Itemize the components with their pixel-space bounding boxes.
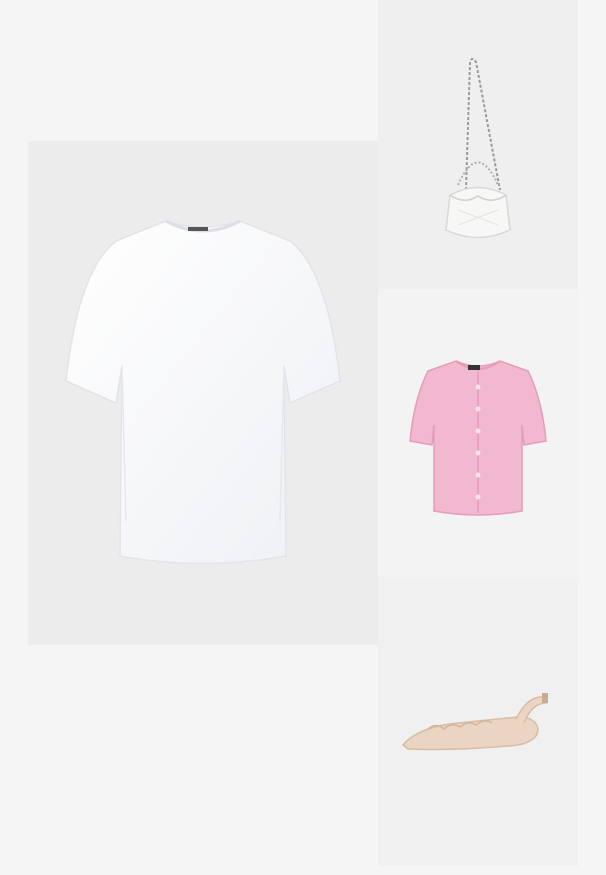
cardigan-product-image[interactable] xyxy=(378,289,578,577)
tshirt-product-image[interactable] xyxy=(28,141,378,645)
shoe-product-image[interactable] xyxy=(378,577,578,866)
bag-product-image[interactable] xyxy=(378,0,578,289)
white-tshirt-illustration xyxy=(65,219,341,565)
nude-flat-shoe-illustration xyxy=(401,693,548,751)
pink-cardigan-illustration xyxy=(409,360,547,516)
white-bucket-bag-illustration xyxy=(445,58,511,239)
